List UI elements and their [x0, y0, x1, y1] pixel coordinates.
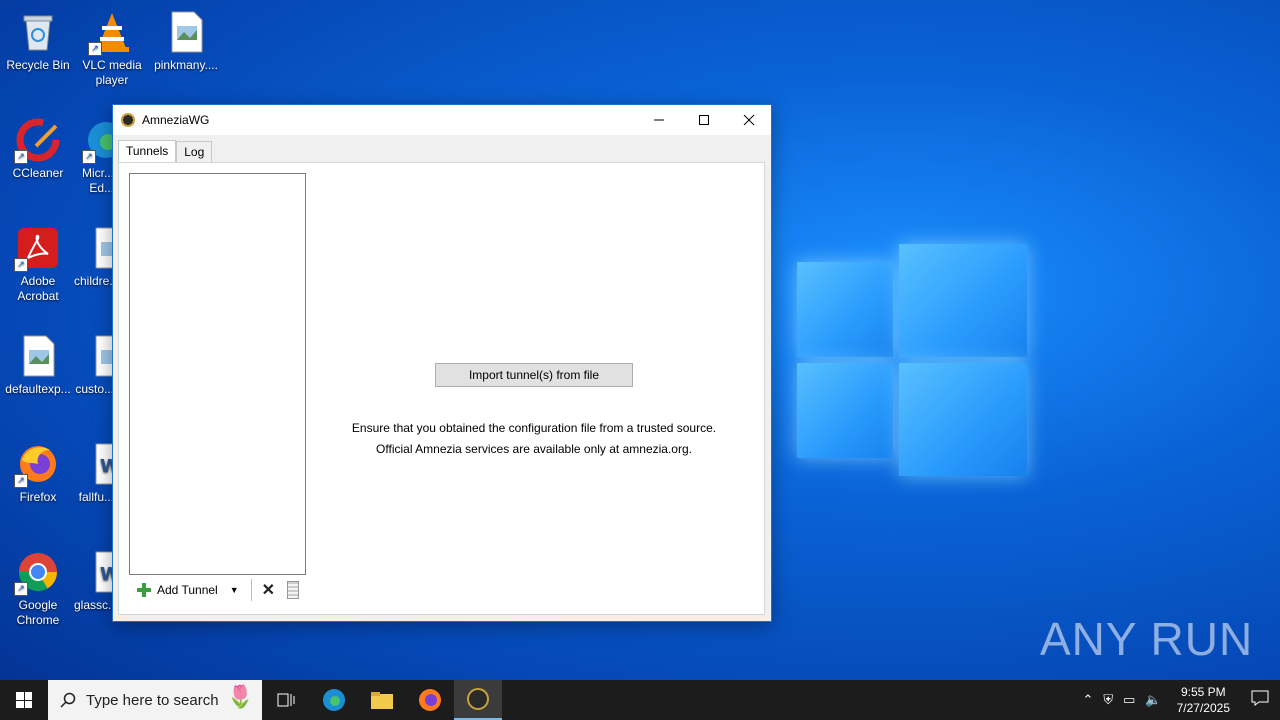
close-icon: [743, 114, 754, 126]
folder-icon: [371, 692, 393, 709]
word-icon: W: [88, 442, 114, 486]
taskbar-edge[interactable]: [310, 680, 358, 720]
start-button[interactable]: [0, 680, 48, 720]
desktop-icon-custom[interactable]: custo...: [74, 328, 114, 397]
window-title: AmneziaWG: [142, 113, 210, 127]
amneziawg-app-icon: [121, 113, 135, 127]
desktop-icon-chrome[interactable]: ↗ Google Chrome: [0, 544, 76, 628]
acrobat-icon: ↗: [14, 226, 60, 272]
firefox-icon: [419, 689, 441, 711]
export-zip-button[interactable]: [287, 581, 300, 599]
desktop-icon-ccleaner[interactable]: ↗ CCleaner: [0, 112, 76, 181]
firefox-icon: ↗: [14, 442, 60, 488]
delete-icon: ✕: [261, 582, 276, 599]
trust-notice: Ensure that you obtained the configurati…: [351, 421, 717, 456]
desktop-icon-adobe-acrobat[interactable]: ↗ Adobe Acrobat: [0, 220, 76, 304]
toolbar-divider: [250, 579, 252, 601]
taskbar-search[interactable]: Type here to search 🌷: [48, 680, 262, 720]
tunnels-panel: Add Tunnel ▼ ✕ Import tunnel(s) from fil…: [118, 162, 765, 615]
edge-icon: ↗: [82, 118, 114, 164]
import-tunnel-button[interactable]: Import tunnel(s) from file: [435, 363, 633, 387]
search-highlight-icon: 🌷: [226, 684, 254, 709]
notifications-button[interactable]: [1240, 690, 1280, 711]
recycle-bin-icon: [16, 10, 60, 54]
add-tunnel-button[interactable]: Add Tunnel ▼: [131, 583, 245, 597]
taskbar-firefox[interactable]: [406, 680, 454, 720]
desktop-icon-fallfu[interactable]: W fallfu...: [74, 436, 114, 505]
maximize-icon: [698, 115, 709, 125]
image-file-icon: [16, 334, 60, 378]
maximize-button[interactable]: [681, 105, 726, 135]
tunnel-list[interactable]: [129, 173, 306, 575]
taskbar-file-explorer[interactable]: [358, 680, 406, 720]
window-titlebar[interactable]: AmneziaWG: [113, 105, 771, 135]
image-file-icon: [88, 334, 114, 378]
taskbar: Type here to search 🌷 ⌃ ⛨ ▭ 🔈 9:55 PM 7/…: [0, 680, 1280, 720]
desktop-icon-vlc[interactable]: ↗ VLC media player: [74, 4, 150, 88]
tab-log[interactable]: Log: [176, 141, 213, 164]
minimize-icon: [653, 119, 664, 121]
tab-tunnels[interactable]: Tunnels: [118, 140, 177, 163]
edge-icon: [323, 689, 345, 711]
desktop-icon-edge[interactable]: ↗ Micr... Ed...: [74, 112, 114, 196]
anyrun-watermark: ANY RUN: [1040, 613, 1254, 665]
chrome-icon: ↗: [14, 550, 60, 596]
add-tunnel-label: Add Tunnel: [157, 583, 218, 597]
amneziawg-app-icon: [467, 688, 489, 710]
desktop-icon-children[interactable]: childre...: [74, 220, 114, 289]
word-icon: W: [88, 550, 114, 594]
taskbar-amneziawg[interactable]: [454, 680, 502, 720]
vlc-icon: ↗: [88, 10, 134, 56]
vpn-icon[interactable]: ⛨: [1098, 692, 1118, 708]
task-view-icon: [277, 693, 295, 707]
image-file-icon: [88, 226, 114, 270]
windows-wallpaper-logo: [795, 240, 1030, 480]
desktop-icon-glassc[interactable]: W glassc...: [74, 544, 114, 613]
desktop-icon-firefox[interactable]: ↗ Firefox: [0, 436, 76, 505]
ccleaner-icon: ↗: [14, 118, 60, 164]
desktop-icon-pinkmany[interactable]: pinkmany....: [148, 4, 224, 73]
desktop-icon-defaultexp[interactable]: defaultexp...: [0, 328, 76, 397]
image-file-icon: [164, 10, 208, 54]
chevron-up-icon[interactable]: ⌃: [1077, 692, 1098, 708]
amneziawg-window[interactable]: AmneziaWG Tunnels Log Add Tunnel ▼ ✕ Imp…: [112, 104, 772, 622]
minimize-button[interactable]: [636, 105, 681, 135]
delete-tunnel-button[interactable]: ✕: [258, 580, 279, 600]
notification-icon: [1251, 690, 1269, 706]
windows-start-icon: [16, 692, 32, 708]
close-button[interactable]: [726, 105, 771, 135]
search-placeholder: Type here to search: [86, 691, 219, 709]
network-icon[interactable]: ▭: [1118, 692, 1140, 708]
search-icon: [60, 692, 76, 708]
chevron-down-icon[interactable]: ▼: [230, 585, 239, 595]
desktop-icon-recycle-bin[interactable]: Recycle Bin: [0, 4, 76, 73]
task-view-button[interactable]: [262, 680, 310, 720]
taskbar-clock[interactable]: 9:55 PM 7/27/2025: [1167, 684, 1240, 716]
add-icon: [137, 583, 151, 597]
tunnel-toolbar: Add Tunnel ▼ ✕: [131, 577, 300, 603]
system-tray: ⌃ ⛨ ▭ 🔈 9:55 PM 7/27/2025: [1077, 680, 1280, 720]
volume-icon[interactable]: 🔈: [1140, 692, 1166, 708]
